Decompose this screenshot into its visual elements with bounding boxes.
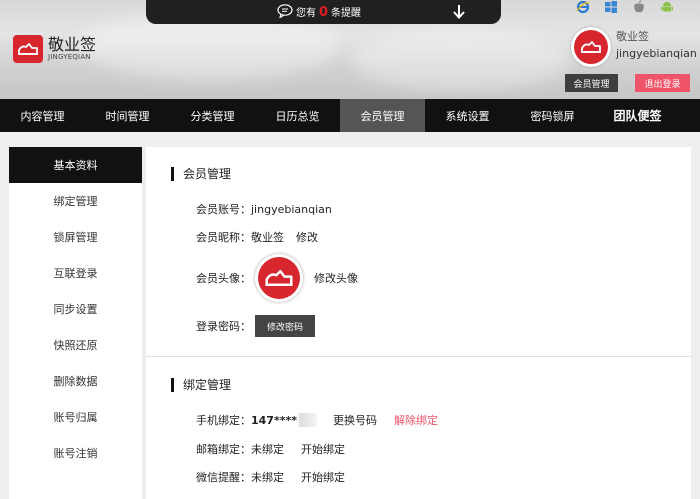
sidebar-item-cancel-account[interactable]: 账号注销 xyxy=(9,435,142,471)
user-avatar[interactable] xyxy=(571,27,611,67)
title-bar xyxy=(171,377,174,392)
change-phone-link[interactable]: 更换号码 xyxy=(333,412,377,428)
section-divider xyxy=(146,356,691,357)
brand-name: 敬业签 xyxy=(48,35,97,54)
sidebar-item-binding[interactable]: 绑定管理 xyxy=(9,183,142,219)
avatar-logo-icon xyxy=(581,41,601,53)
member-management-button[interactable]: 会员管理 xyxy=(565,74,618,92)
email-value: 未绑定 xyxy=(251,443,284,456)
sidebar-item-snapshot[interactable]: 快照还原 xyxy=(9,327,142,363)
bind-email-link[interactable]: 开始绑定 xyxy=(301,441,345,457)
phone-label: 手机绑定： xyxy=(196,414,251,427)
nav-item-lock-screen[interactable]: 密码锁屏 xyxy=(510,99,595,132)
notification-prefix: 您有 xyxy=(295,8,316,19)
nav-item-category[interactable]: 分类管理 xyxy=(170,99,255,132)
logo-mark-icon xyxy=(13,35,43,63)
account-row: 会员账号： jingyebianqian xyxy=(196,201,332,217)
avatar-row: 会员头像： 修改头像 xyxy=(196,254,358,302)
wechat-row: 微信提醒： 未绑定 开始绑定 xyxy=(196,469,345,485)
nav-item-member[interactable]: 会员管理 xyxy=(340,99,425,132)
sidebar-item-sync[interactable]: 同步设置 xyxy=(9,291,142,327)
change-password-button[interactable]: 修改密码 xyxy=(255,315,315,337)
bind-wechat-link[interactable]: 开始绑定 xyxy=(301,469,345,485)
user-nickname: 敬业签 xyxy=(616,30,649,43)
notification-bar[interactable]: 您有 0 条提醒 xyxy=(146,0,501,24)
cloud-decoration xyxy=(350,30,570,90)
binding-section-title: 绑定管理 xyxy=(171,376,231,393)
notification-count: 0 xyxy=(318,5,329,20)
phone-mask xyxy=(298,413,317,427)
ie-icon[interactable] xyxy=(574,0,592,14)
platform-links xyxy=(574,0,676,14)
password-row: 登录密码： 修改密码 xyxy=(196,315,315,337)
nav-item-content[interactable]: 内容管理 xyxy=(0,99,85,132)
message-bubble-icon xyxy=(277,4,293,18)
avatar-logo-icon xyxy=(265,269,293,287)
sidebar-item-profile[interactable]: 基本资料 xyxy=(9,147,142,183)
sidebar-item-lock[interactable]: 锁屏管理 xyxy=(9,219,142,255)
nickname-label: 会员昵称： xyxy=(196,231,251,244)
sidebar-item-delete-data[interactable]: 删除数据 xyxy=(9,363,142,399)
password-label: 登录密码： xyxy=(196,320,251,333)
notification-suffix: 条提醒 xyxy=(331,8,362,19)
member-section-title: 会员管理 xyxy=(171,165,231,182)
sidebar-item-connect-login[interactable]: 互联登录 xyxy=(9,255,142,291)
email-label: 邮箱绑定： xyxy=(196,443,251,456)
sidebar: 基本资料 绑定管理 锁屏管理 互联登录 同步设置 快照还原 删除数据 账号归属 … xyxy=(9,147,142,499)
header: 您有 0 条提醒 敬业签 JINGYEQIAN 敬业签 jingyebianqi… xyxy=(0,0,700,99)
unbind-phone-link[interactable]: 解除绑定 xyxy=(394,412,438,428)
wechat-label: 微信提醒： xyxy=(196,471,251,484)
apple-icon[interactable] xyxy=(630,0,648,14)
wechat-value: 未绑定 xyxy=(251,471,284,484)
nav-item-team-notes[interactable]: 团队便签 xyxy=(595,99,680,132)
member-section-title-text: 会员管理 xyxy=(183,167,232,181)
android-icon[interactable] xyxy=(658,0,676,14)
brand-name-en: JINGYEQIAN xyxy=(48,53,91,61)
title-bar xyxy=(171,166,174,181)
edit-avatar-link[interactable]: 修改头像 xyxy=(314,270,358,286)
sidebar-item-ownership[interactable]: 账号归属 xyxy=(9,399,142,435)
nav-item-settings[interactable]: 系统设置 xyxy=(425,99,510,132)
nav-item-calendar[interactable]: 日历总览 xyxy=(255,99,340,132)
avatar-label: 会员头像： xyxy=(196,272,251,285)
main-panel: 会员管理 会员账号： jingyebianqian 会员昵称： 敬业签 修改 会… xyxy=(146,147,691,499)
arrow-down-icon[interactable] xyxy=(452,4,466,20)
nickname-value: 敬业签 xyxy=(251,231,284,244)
notification-text: 您有 0 条提醒 xyxy=(296,4,361,20)
member-avatar[interactable] xyxy=(255,254,303,302)
email-row: 邮箱绑定： 未绑定 开始绑定 xyxy=(196,441,345,457)
brand-logo[interactable]: 敬业签 JINGYEQIAN xyxy=(13,35,96,63)
logout-button[interactable]: 退出登录 xyxy=(635,74,690,92)
user-account: jingyebianqian xyxy=(616,47,697,60)
binding-section-title-text: 绑定管理 xyxy=(183,378,232,392)
account-value: jingyebianqian xyxy=(251,202,332,216)
edit-nickname-link[interactable]: 修改 xyxy=(296,229,318,245)
phone-value: 147**** xyxy=(251,413,297,427)
windows-icon[interactable] xyxy=(602,0,620,14)
nickname-row: 会员昵称： 敬业签 修改 xyxy=(196,229,318,245)
nav-item-time[interactable]: 时间管理 xyxy=(85,99,170,132)
main-nav: 内容管理 时间管理 分类管理 日历总览 会员管理 系统设置 密码锁屏 团队便签 xyxy=(0,99,700,132)
account-label: 会员账号： xyxy=(196,203,251,216)
phone-row: 手机绑定： 147**** 更换号码 解除绑定 xyxy=(196,412,438,428)
